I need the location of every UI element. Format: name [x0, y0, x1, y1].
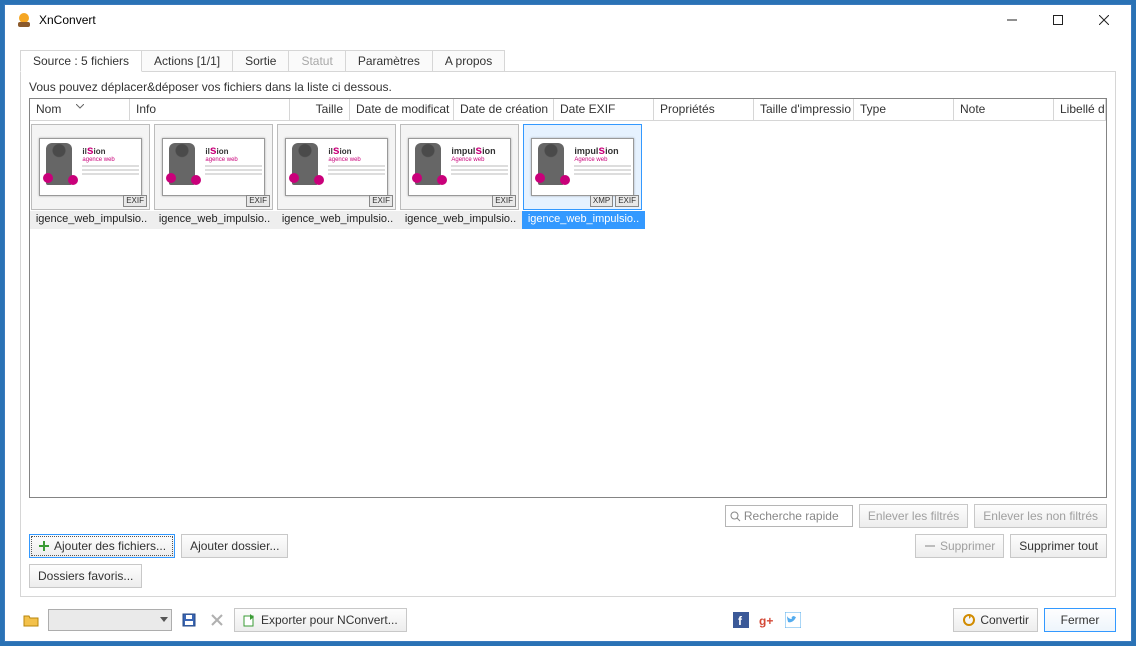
thumbnail-image: ilsionagence web [285, 138, 388, 196]
convert-icon [962, 613, 976, 627]
delete-preset-button[interactable] [206, 609, 228, 631]
minimize-button[interactable] [989, 5, 1035, 35]
file-thumbnail[interactable]: impulsionAgence web EXIF igence_web_impu… [399, 123, 522, 229]
thumbnail-frame: impulsionAgence web EXIF [400, 124, 519, 210]
app-icon [15, 11, 33, 29]
remove-unfiltered-button[interactable]: Enlever les non filtrés [974, 504, 1107, 528]
tab-actions[interactable]: Actions [1/1] [141, 50, 233, 72]
file-thumbnail[interactable]: ilsionagence web EXIF igence_web_impulsi… [30, 123, 153, 229]
tab-bar: Source : 5 fichiers Actions [1/1] Sortie… [20, 50, 1116, 72]
convert-button[interactable]: Convertir [953, 608, 1038, 632]
thumbnail-area[interactable]: ilsionagence web EXIF igence_web_impulsi… [30, 121, 1106, 497]
file-thumbnail[interactable]: ilsionagence web EXIF igence_web_impulsi… [153, 123, 276, 229]
col-type[interactable]: Type [854, 99, 954, 120]
col-proprietes[interactable]: Propriétés [654, 99, 754, 120]
col-datecre[interactable]: Date de création [454, 99, 554, 120]
search-placeholder: Recherche rapide [744, 509, 839, 523]
thumbnail-caption: igence_web_impulsio.. [30, 211, 153, 229]
favorite-folders-button[interactable]: Dossiers favoris... [29, 564, 142, 588]
close-button[interactable] [1081, 5, 1127, 35]
drop-hint: Vous pouvez déplacer&déposer vos fichier… [29, 80, 1107, 94]
add-files-label: Ajouter des fichiers... [54, 539, 166, 553]
window-title: XnConvert [39, 13, 96, 27]
thumbnail-caption: igence_web_impulsio.. [276, 211, 399, 229]
exif-badge: EXIF [492, 195, 516, 207]
thumbnail-image: impulsionAgence web [408, 138, 511, 196]
file-list: Nom Info Taille Date de modificat Date d… [29, 98, 1107, 498]
save-preset-button[interactable] [178, 609, 200, 631]
minus-icon [924, 541, 936, 551]
file-thumbnail[interactable]: ilsionagence web EXIF igence_web_impulsi… [276, 123, 399, 229]
thumbnail-frame: ilsionagence web EXIF [31, 124, 150, 210]
tab-source[interactable]: Source : 5 fichiers [20, 50, 142, 72]
col-nom[interactable]: Nom [30, 99, 130, 120]
thumbnail-image: ilsionagence web [39, 138, 142, 196]
tab-parametres[interactable]: Paramètres [345, 50, 433, 72]
twitter-icon[interactable] [785, 612, 801, 628]
delete-button[interactable]: Supprimer [915, 534, 1004, 558]
thumbnail-caption: igence_web_impulsio.. [153, 211, 276, 229]
tab-statut[interactable]: Statut [288, 50, 345, 72]
export-icon [243, 613, 257, 627]
add-folder-button[interactable]: Ajouter dossier... [181, 534, 288, 558]
titlebar: XnConvert [5, 5, 1131, 35]
plus-icon [38, 540, 50, 552]
favorites-row: Dossiers favoris... [29, 564, 1107, 588]
add-files-button[interactable]: Ajouter des fichiers... [29, 534, 175, 558]
social-links: f g+ [733, 612, 801, 628]
floppy-icon [182, 613, 196, 627]
thumbnail-frame: impulsionAgence web XMPEXIF [523, 124, 642, 210]
maximize-button[interactable] [1035, 5, 1081, 35]
col-info[interactable]: Info [130, 99, 290, 120]
filter-row: Recherche rapide Enlever les filtrés Enl… [29, 504, 1107, 528]
tab-apropos[interactable]: A propos [432, 50, 505, 72]
remove-filtered-button[interactable]: Enlever les filtrés [859, 504, 968, 528]
export-nconvert-button[interactable]: Exporter pour NConvert... [234, 608, 407, 632]
open-folder-button[interactable] [20, 609, 42, 631]
file-thumbnail[interactable]: impulsionAgence web XMPEXIF igence_web_i… [522, 123, 645, 229]
preset-combo[interactable] [48, 609, 172, 631]
col-note[interactable]: Note [954, 99, 1054, 120]
content-area: Source : 5 fichiers Actions [1/1] Sortie… [5, 35, 1131, 605]
col-libelle[interactable]: Libellé de cou [1054, 99, 1106, 120]
chevron-down-icon [160, 617, 168, 623]
delete-label: Supprimer [940, 539, 995, 553]
search-input[interactable]: Recherche rapide [725, 505, 853, 527]
delete-icon [211, 614, 223, 626]
facebook-icon[interactable]: f [733, 612, 749, 628]
main-window: XnConvert Source : 5 fichiers Actions [1… [4, 4, 1132, 642]
col-dateexif[interactable]: Date EXIF [554, 99, 654, 120]
column-headers: Nom Info Taille Date de modificat Date d… [30, 99, 1106, 121]
close-app-button[interactable]: Fermer [1044, 608, 1116, 632]
col-tailleimp[interactable]: Taille d'impressio [754, 99, 854, 120]
thumbnail-image: impulsionAgence web [531, 138, 634, 196]
footer-toolbar: Exporter pour NConvert... f g+ Convertir… [5, 605, 1131, 641]
delete-all-button[interactable]: Supprimer tout [1010, 534, 1107, 558]
thumbnail-frame: ilsionagence web EXIF [277, 124, 396, 210]
col-taille[interactable]: Taille [290, 99, 350, 120]
add-remove-row: Ajouter des fichiers... Ajouter dossier.… [29, 534, 1107, 558]
sort-indicator-icon [76, 99, 84, 112]
exif-badge: EXIF [123, 195, 147, 207]
thumbnail-caption: igence_web_impulsio.. [522, 211, 645, 229]
exif-badge: EXIF [369, 195, 393, 207]
folder-icon [23, 613, 39, 627]
svg-text:g+: g+ [759, 614, 773, 628]
googleplus-icon[interactable]: g+ [759, 612, 775, 628]
col-datemod[interactable]: Date de modificat [350, 99, 454, 120]
export-label: Exporter pour NConvert... [261, 613, 398, 627]
thumbnail-caption: igence_web_impulsio.. [399, 211, 522, 229]
exif-badge: EXIF [246, 195, 270, 207]
exif-badge: XMPEXIF [590, 195, 639, 207]
search-icon [730, 511, 741, 522]
thumbnail-image: ilsionagence web [162, 138, 265, 196]
thumbnail-frame: ilsionagence web EXIF [154, 124, 273, 210]
tab-sortie[interactable]: Sortie [232, 50, 289, 72]
convert-label: Convertir [980, 613, 1029, 627]
tab-panel-source: Vous pouvez déplacer&déposer vos fichier… [20, 71, 1116, 597]
